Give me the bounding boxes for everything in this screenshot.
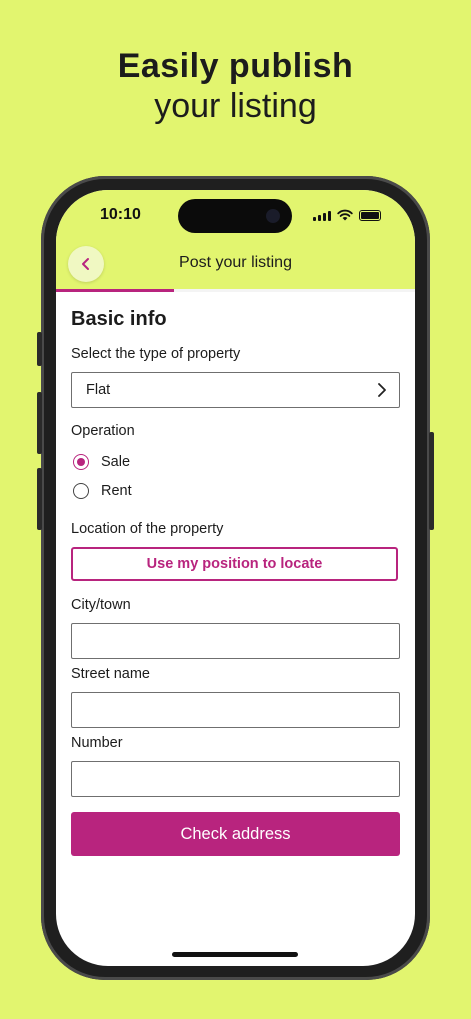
radio-rent-label: Rent (101, 483, 132, 499)
progress-bar-fill (56, 289, 175, 292)
phone-power-button (429, 432, 434, 530)
street-label: Street name (71, 666, 150, 682)
status-time: 10:10 (100, 206, 141, 223)
section-title: Basic info (71, 308, 167, 330)
phone-volume-up-button (37, 392, 42, 454)
property-type-value: Flat (86, 382, 111, 398)
app-screen: 10:10 Post your listing Basic info Selec… (56, 190, 415, 966)
number-input[interactable] (71, 761, 400, 797)
city-input[interactable] (71, 623, 400, 659)
property-type-select[interactable]: Flat (71, 372, 400, 408)
promo-headline: Easily publish your listing (0, 46, 471, 126)
progress-bar (56, 289, 415, 292)
app-header: 10:10 Post your listing (56, 190, 415, 290)
street-input[interactable] (71, 692, 400, 728)
radio-sale[interactable] (73, 454, 89, 470)
operation-option-rent[interactable]: Rent (73, 483, 132, 499)
dynamic-island (178, 199, 292, 233)
page-title: Post your listing (179, 254, 292, 271)
phone-volume-down-button (37, 468, 42, 530)
radio-rent[interactable] (73, 483, 89, 499)
city-label: City/town (71, 597, 131, 613)
operation-label: Operation (71, 423, 135, 439)
camera-icon (266, 209, 280, 223)
radio-sale-label: Sale (101, 454, 131, 470)
status-icons (313, 209, 381, 221)
location-label: Location of the property (71, 521, 224, 537)
check-address-button[interactable]: Check address (71, 812, 400, 856)
number-label: Number (71, 735, 123, 751)
promo-line-2: your listing (154, 87, 317, 125)
home-indicator (172, 952, 298, 957)
phone-mute-button (37, 332, 42, 366)
promo-line-1: Easily publish (117, 47, 354, 85)
wifi-icon (337, 209, 353, 221)
battery-icon (359, 210, 381, 221)
use-my-position-button[interactable]: Use my position to locate (71, 547, 398, 581)
basic-info-form: Basic info Select the type of property F… (71, 308, 400, 856)
property-type-label: Select the type of property (71, 346, 241, 362)
signal-icon (313, 211, 331, 221)
operation-option-sale[interactable]: Sale (73, 454, 130, 470)
chevron-right-icon (378, 383, 386, 397)
